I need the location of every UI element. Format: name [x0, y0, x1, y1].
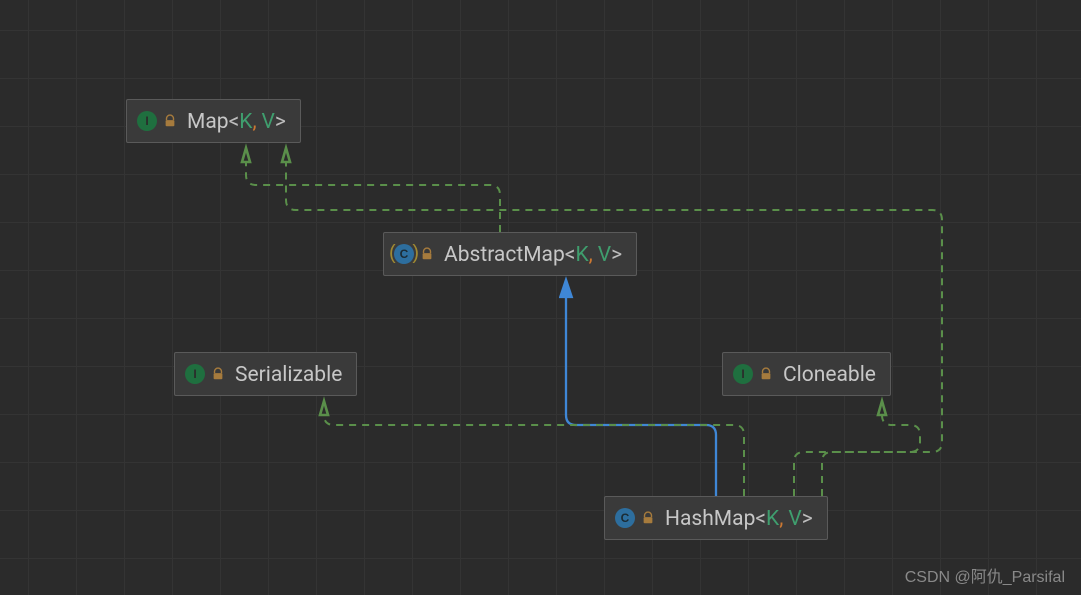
node-serializable[interactable]: I Serializable: [174, 352, 357, 396]
lock-icon: [641, 511, 655, 525]
class-icon: C: [615, 508, 635, 528]
interface-icon: I: [137, 111, 157, 131]
node-abstractmap[interactable]: ( C ) AbstractMap<K, V>: [383, 232, 637, 276]
lock-icon: [211, 367, 225, 381]
node-map[interactable]: I Map<K, V>: [126, 99, 301, 143]
type-label: AbstractMap<K, V>: [444, 242, 622, 267]
node-cloneable[interactable]: I Cloneable: [722, 352, 891, 396]
abstract-class-icon: ( C ): [394, 244, 414, 264]
type-label: HashMap<K, V>: [665, 506, 813, 531]
interface-icon: I: [733, 364, 753, 384]
lock-icon: [759, 367, 773, 381]
node-hashmap[interactable]: C HashMap<K, V>: [604, 496, 828, 540]
lock-icon: [163, 114, 177, 128]
grid-background: [0, 0, 1081, 595]
lock-icon: [420, 247, 434, 261]
type-label: Map<K, V>: [187, 109, 286, 134]
interface-icon: I: [185, 364, 205, 384]
type-label: Serializable: [235, 362, 342, 387]
watermark: CSDN @阿仇_Parsifal: [905, 563, 1065, 587]
type-label: Cloneable: [783, 362, 876, 387]
